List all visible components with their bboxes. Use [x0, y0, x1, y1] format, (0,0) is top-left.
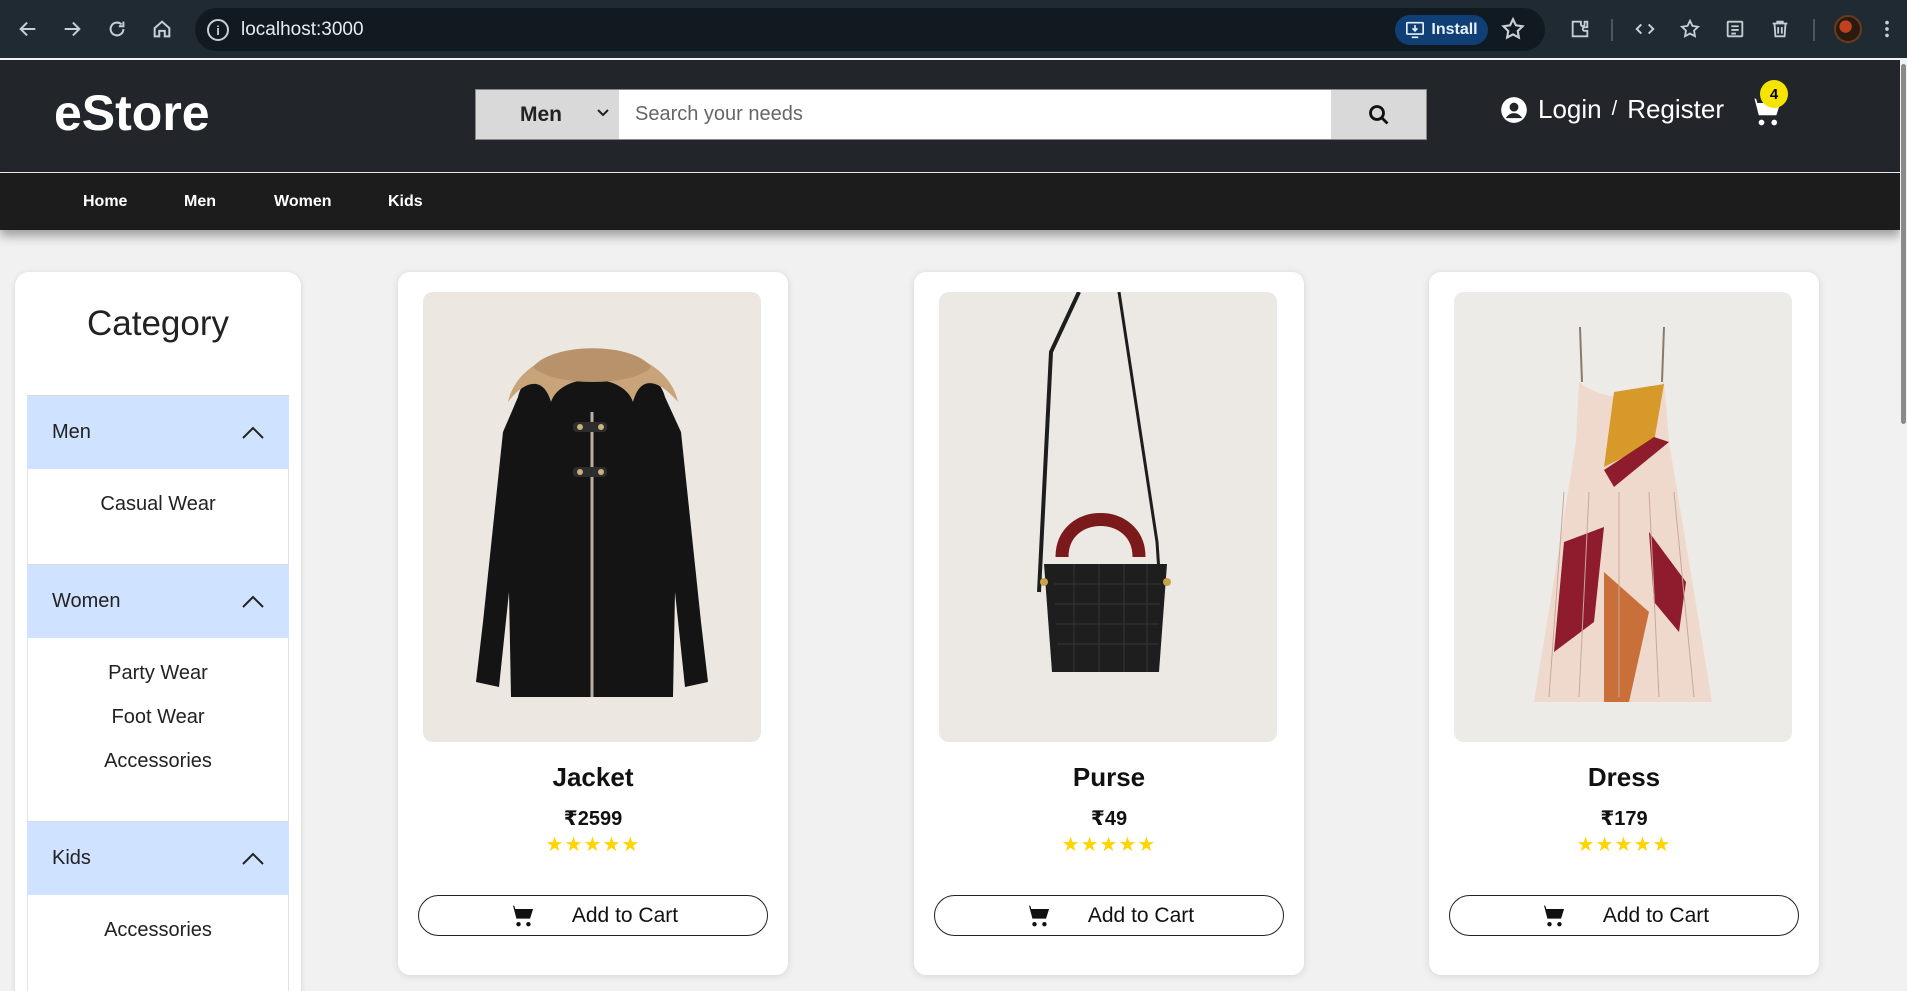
install-label: Install	[1431, 21, 1478, 38]
product-name[interactable]: Purse	[914, 762, 1304, 793]
search-button[interactable]	[1331, 90, 1426, 139]
add-to-cart-button[interactable]: Add to Cart	[418, 895, 768, 936]
toolbar-divider	[1611, 19, 1613, 41]
search-input[interactable]	[619, 90, 1329, 139]
nav-women[interactable]: Women	[274, 193, 331, 211]
search-category-value: Men	[520, 102, 562, 126]
address-bar[interactable]: i localhost:3000 Install	[195, 8, 1545, 51]
cart-icon	[1025, 904, 1049, 926]
nav-kids[interactable]: Kids	[388, 193, 423, 211]
trash-icon[interactable]	[1765, 14, 1795, 44]
back-icon[interactable]	[12, 13, 44, 45]
cart-count-badge: 4	[1760, 80, 1788, 108]
install-button[interactable]: Install	[1395, 15, 1488, 45]
add-to-cart-button[interactable]: Add to Cart	[934, 895, 1284, 936]
cart-icon	[509, 904, 533, 926]
product-card[interactable]: Jacket ₹2599 ★★★★★ Add to Cart	[398, 272, 788, 975]
profile-avatar[interactable]	[1834, 15, 1862, 43]
category-sidebar: Category Men Casual Wear Women Party Wea…	[15, 272, 301, 991]
scrollbar-thumb[interactable]	[1901, 64, 1906, 424]
category-item-party-wear[interactable]: Party Wear	[28, 651, 288, 695]
product-name[interactable]: Dress	[1429, 762, 1819, 793]
product-rating-stars: ★★★★★	[545, 834, 641, 856]
extensions-icon[interactable]	[1565, 14, 1595, 44]
product-name[interactable]: Jacket	[398, 762, 788, 793]
accordion-label: Kids	[52, 847, 91, 869]
more-menu-icon[interactable]	[1875, 14, 1899, 44]
product-card[interactable]: Dress ₹179 ★★★★★ Add to Cart	[1429, 272, 1819, 975]
chevron-up-icon	[242, 852, 264, 865]
product-rating-stars: ★★★★★	[1576, 834, 1672, 856]
accordion-header-men[interactable]: Men	[27, 395, 289, 469]
store-logo[interactable]: eStore	[54, 84, 210, 142]
accordion-label: Men	[52, 421, 91, 443]
bookmark-star-icon[interactable]	[1500, 16, 1526, 42]
product-price: ₹179	[1600, 808, 1648, 830]
accordion-header-women[interactable]: Women	[27, 564, 289, 638]
add-to-cart-label: Add to Cart	[571, 903, 679, 927]
product-rating-stars: ★★★★★	[1061, 834, 1157, 856]
cart-icon	[1540, 904, 1564, 926]
login-register-link[interactable]: Login / Register	[1500, 94, 1724, 125]
home-icon[interactable]	[146, 13, 178, 45]
category-item-foot-wear[interactable]: Foot Wear	[28, 695, 288, 739]
site-info-icon[interactable]: i	[207, 19, 229, 41]
category-item-accessories[interactable]: Accessories	[28, 739, 288, 783]
accordion-body-women: Party Wear Foot Wear Accessories	[27, 638, 289, 821]
store-header: eStore Men Login / Register	[0, 60, 1900, 172]
add-to-cart-label: Add to Cart	[1602, 903, 1710, 927]
forward-icon[interactable]	[56, 13, 88, 45]
search-bar: Men	[475, 89, 1427, 140]
toolbar-divider	[1813, 19, 1815, 41]
accordion-body-men: Casual Wear	[27, 469, 289, 564]
url-text[interactable]: localhost:3000	[241, 19, 364, 41]
accordion-header-kids[interactable]: Kids	[27, 821, 289, 895]
install-icon	[1406, 21, 1425, 39]
search-icon	[1368, 104, 1388, 124]
accordion-label: Women	[52, 590, 121, 612]
browser-toolbar: i localhost:3000 Install	[0, 0, 1907, 58]
category-title: Category	[86, 304, 230, 343]
login-label[interactable]: Login	[1538, 94, 1602, 125]
product-price: ₹2599	[563, 808, 623, 830]
page-scrollbar[interactable]	[1900, 58, 1907, 991]
nav-men[interactable]: Men	[184, 193, 216, 211]
user-circle-icon	[1501, 96, 1527, 123]
main-nav: Home Men Women Kids	[0, 173, 1900, 230]
jacket-image[interactable]	[423, 292, 761, 742]
chevron-down-icon	[597, 109, 609, 117]
reload-icon[interactable]	[101, 13, 133, 45]
chevron-up-icon	[242, 595, 264, 608]
category-item-accessories[interactable]: Accessories	[28, 908, 288, 952]
devtools-icon[interactable]	[1630, 14, 1660, 44]
chevron-up-icon	[242, 426, 264, 439]
dress-image[interactable]	[1454, 292, 1792, 742]
reading-list-icon[interactable]	[1720, 14, 1750, 44]
login-separator: /	[1611, 98, 1618, 120]
category-item-casual-wear[interactable]: Casual Wear	[28, 482, 288, 526]
nav-home[interactable]: Home	[83, 193, 127, 211]
search-category-select[interactable]: Men	[476, 90, 619, 139]
product-card[interactable]: Purse ₹49 ★★★★★ Add to Cart	[914, 272, 1304, 975]
purse-image[interactable]	[939, 292, 1277, 742]
product-price: ₹49	[1090, 808, 1128, 830]
favorites-icon[interactable]	[1675, 14, 1705, 44]
add-to-cart-label: Add to Cart	[1087, 903, 1195, 927]
add-to-cart-button[interactable]: Add to Cart	[1449, 895, 1799, 936]
register-label[interactable]: Register	[1627, 94, 1724, 125]
accordion-body-kids: Accessories	[27, 895, 289, 991]
